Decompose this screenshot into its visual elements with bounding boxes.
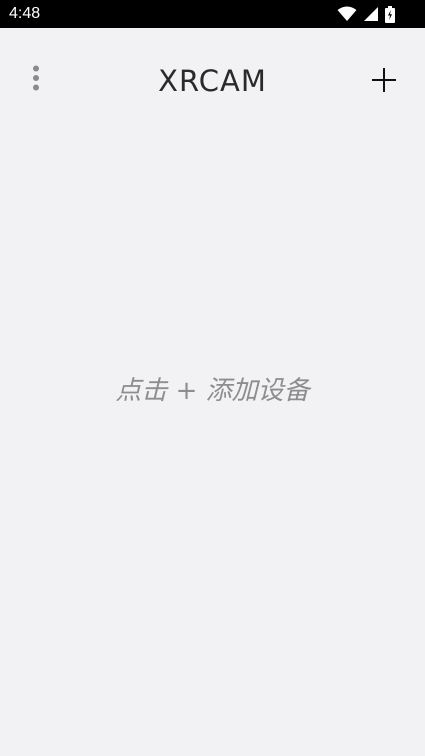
app-header: XRCAM xyxy=(0,28,425,128)
plus-icon xyxy=(372,68,396,96)
signal-icon xyxy=(363,6,379,22)
empty-state-hint: 点击 + 添加设备 xyxy=(115,376,310,406)
app-title: XRCAM xyxy=(158,64,267,98)
wifi-icon xyxy=(337,6,357,22)
status-icons xyxy=(337,5,395,23)
status-time: 4:48 xyxy=(9,5,41,22)
status-bar: 4:48 xyxy=(0,0,425,28)
add-device-button[interactable] xyxy=(368,66,400,98)
battery-icon xyxy=(385,5,395,23)
